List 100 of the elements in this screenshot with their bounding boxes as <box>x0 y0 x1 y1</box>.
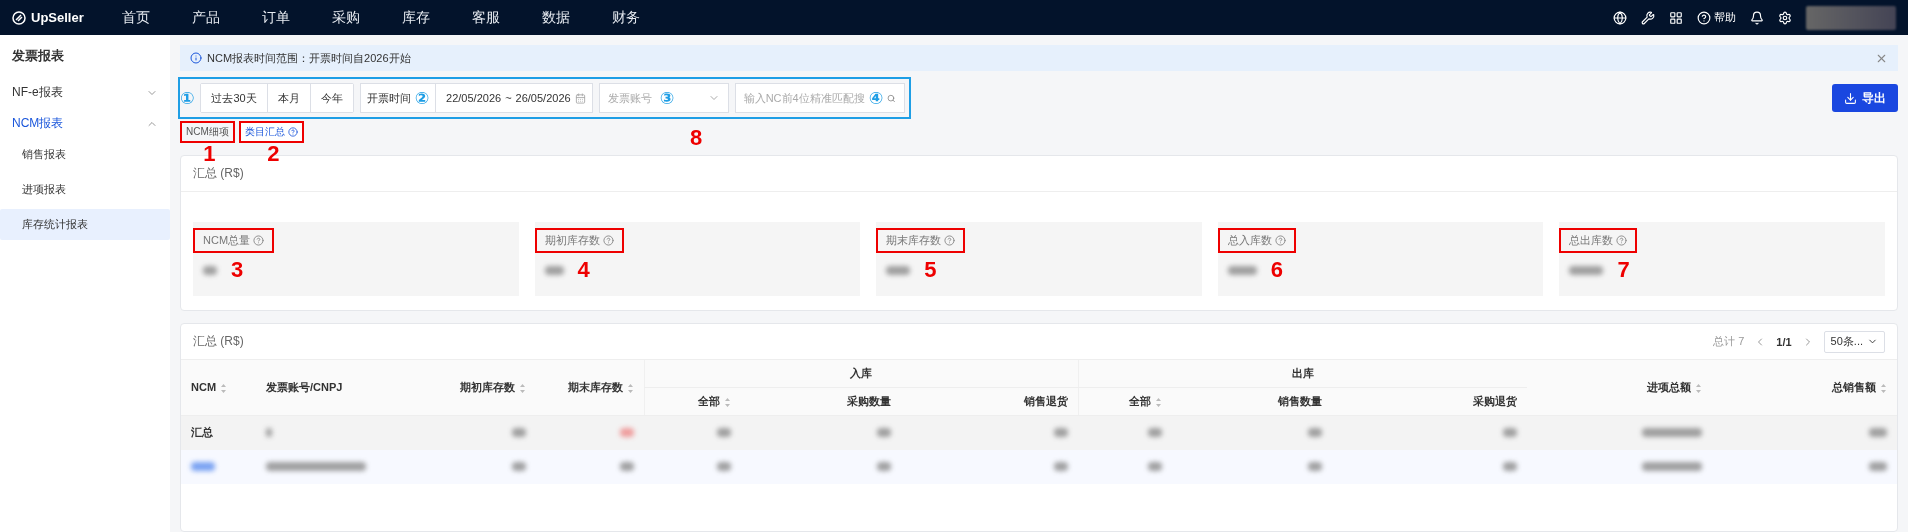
sidebar-item[interactable]: NCM报表 <box>0 108 170 139</box>
blurred-value <box>544 265 564 275</box>
callout-marker: ② <box>414 89 430 107</box>
info-icon <box>190 52 202 64</box>
blurred-value <box>1307 461 1322 471</box>
sort-icon[interactable] <box>1154 396 1162 408</box>
help-icon[interactable] <box>944 235 956 246</box>
banner-text: NCM报表时间范围：开票时间自2026开始 <box>207 50 411 66</box>
search-placeholder: 输入NC前4位精准匹配搜 <box>743 90 865 106</box>
settings-icon[interactable] <box>1778 10 1792 25</box>
help-icon[interactable] <box>1274 235 1286 246</box>
date-to: 26/05/2026 <box>514 92 572 104</box>
metric-name: 总出库数 <box>1569 233 1614 248</box>
sort-icon[interactable] <box>1880 382 1887 394</box>
annotation-number: 2 <box>267 143 280 165</box>
sort-icon[interactable] <box>1694 382 1702 394</box>
blurred-value <box>1054 461 1069 471</box>
column-header[interactable]: 全部 <box>1078 387 1172 416</box>
metric-name: 总入库数 <box>1227 233 1272 248</box>
nav-item[interactable]: 首页 <box>122 8 150 27</box>
column-header[interactable]: 全部 <box>644 387 742 416</box>
sidebar-subitem[interactable]: 进项报表 <box>0 174 170 205</box>
sidebar-item[interactable]: NF-e报表 <box>0 77 170 108</box>
tab[interactable]: NCM细项 <box>180 121 235 143</box>
sort-icon[interactable] <box>724 396 732 408</box>
blurred-value <box>1869 427 1887 437</box>
metric-name: 期末库存数 <box>886 233 942 248</box>
sidebar-subitem[interactable]: 库存统计报表 <box>0 209 170 240</box>
logo-icon <box>12 10 26 25</box>
column-header[interactable]: 期初库存数 <box>421 360 537 416</box>
nav-item[interactable]: 产品 <box>192 8 220 27</box>
date-separator: ~ <box>505 92 512 104</box>
sort-icon[interactable] <box>220 382 228 394</box>
help-icon <box>287 127 298 137</box>
callout-marker: ③ <box>659 89 675 107</box>
column-header[interactable]: 总销售额 <box>1711 360 1897 416</box>
blurred-value <box>717 427 732 437</box>
annotation-number: 6 <box>1270 259 1284 281</box>
column-header: 发票账号/CNPJ <box>256 360 422 416</box>
search-icon <box>887 92 896 104</box>
total-count: 总计 7 <box>1713 334 1745 349</box>
sidebar-subitem[interactable]: 销售报表 <box>0 139 170 170</box>
wrench-icon[interactable] <box>1641 10 1655 25</box>
blurred-value <box>1307 427 1322 437</box>
annotation-number: 7 <box>1617 259 1630 281</box>
card-title: 汇总 (R$) <box>193 333 244 350</box>
blurred-value <box>1869 461 1887 471</box>
blurred-value <box>266 427 273 437</box>
nav-item[interactable]: 数据 <box>542 8 570 27</box>
metric-name: NCM总量 <box>203 233 251 248</box>
app-logo[interactable]: UpSeller <box>12 10 122 25</box>
blurred-value <box>1227 265 1257 275</box>
blurred-value <box>1641 427 1702 437</box>
nav-item[interactable]: 客服 <box>472 8 500 27</box>
blurred-value <box>886 265 911 275</box>
column-header: 采购数量 <box>741 387 902 416</box>
apps-icon[interactable] <box>1669 10 1683 25</box>
blurred-value <box>717 461 732 471</box>
help-icon[interactable] <box>602 235 614 246</box>
column-header[interactable]: NCM <box>181 360 257 416</box>
nav-item[interactable]: 订单 <box>262 8 290 27</box>
sort-icon[interactable] <box>626 382 634 394</box>
sort-icon[interactable] <box>519 382 527 394</box>
annotation-number: 5 <box>924 259 937 281</box>
nav-item[interactable]: 库存 <box>402 8 430 27</box>
download-icon <box>1844 91 1857 105</box>
blurred-value <box>1502 427 1517 437</box>
tab[interactable]: 类目汇总 <box>238 121 304 143</box>
range-button[interactable]: 过去30天 <box>201 84 268 112</box>
column-header: 销售数量 <box>1171 387 1332 416</box>
blurred-value <box>1641 461 1702 471</box>
date-from: 22/05/2026 <box>445 92 503 104</box>
select-placeholder: 发票账号 <box>607 90 652 106</box>
help-icon[interactable] <box>1616 235 1628 246</box>
column-header: 销售退货 <box>901 387 1079 416</box>
annotation-number: 8 <box>690 127 703 149</box>
column-header[interactable]: 期末库存数 <box>536 360 645 416</box>
calendar-icon <box>574 92 586 104</box>
blurred-value <box>512 427 527 437</box>
help-icon[interactable] <box>253 235 265 246</box>
table-cell: 汇总 <box>191 426 213 439</box>
nav-item[interactable]: 采购 <box>332 8 360 27</box>
bell-icon[interactable] <box>1750 10 1764 25</box>
help-link[interactable]: 帮助 <box>1697 10 1736 25</box>
blurred-value <box>512 461 527 471</box>
date-range-field[interactable]: 开票时间 ② 22/05/2026 ~ 26/05/2026 <box>359 83 593 113</box>
blurred-value <box>1054 427 1069 437</box>
nav-item[interactable]: 财务 <box>612 8 640 27</box>
page-size-select[interactable]: 50条... <box>1823 330 1885 353</box>
sidebar-title: 发票报表 <box>11 47 65 65</box>
metric-name: 期初库存数 <box>544 233 600 248</box>
column-header[interactable]: 进项总额 <box>1526 360 1712 416</box>
export-button[interactable]: 导出 <box>1832 84 1898 112</box>
blurred-value <box>1147 461 1162 471</box>
column-header: 采购退货 <box>1331 387 1527 416</box>
account-menu[interactable] <box>1806 5 1896 30</box>
annotation-number: 3 <box>231 259 244 281</box>
blurred-link[interactable] <box>191 461 215 471</box>
globe-icon[interactable] <box>1613 10 1627 25</box>
help-icon <box>1697 10 1711 25</box>
